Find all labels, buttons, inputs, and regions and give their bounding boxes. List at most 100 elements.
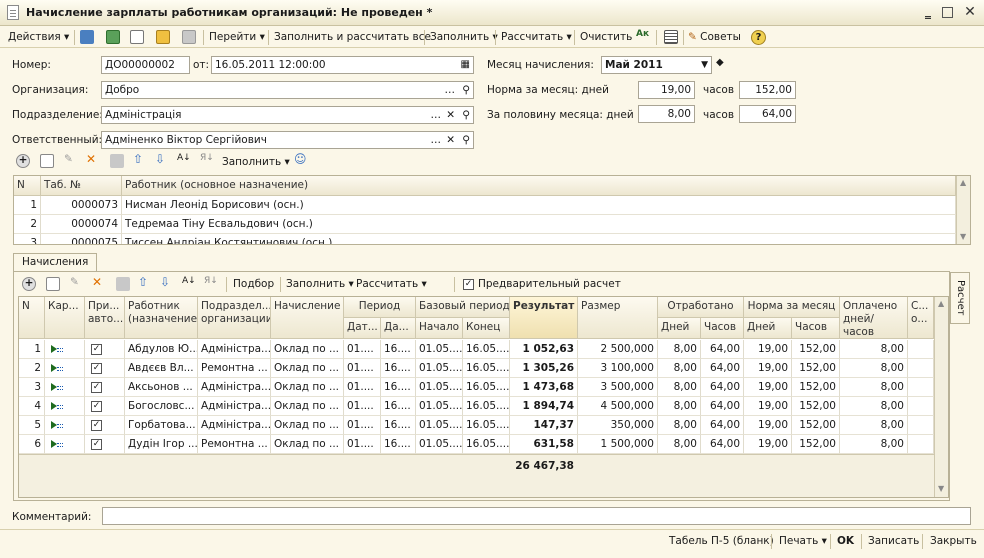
move-up-icon[interactable]: ⇧ bbox=[133, 152, 143, 166]
number-field[interactable]: ДО00000002 bbox=[101, 56, 190, 74]
delete-icon[interactable]: ✕ bbox=[86, 152, 96, 166]
edit-icon[interactable]: ✎ bbox=[70, 276, 79, 288]
auto-checkbox[interactable]: ✓ bbox=[91, 363, 102, 374]
month-field[interactable]: Май 2011 ▼ bbox=[601, 56, 712, 74]
department-field[interactable]: Адміністрація … ✕ ⚲ bbox=[101, 106, 474, 124]
col-accrual[interactable]: Начисление bbox=[271, 297, 344, 339]
copy-icon[interactable] bbox=[130, 30, 144, 44]
chevron-down-icon[interactable]: ▼ bbox=[701, 57, 708, 73]
move-down-icon[interactable]: ⇩ bbox=[155, 152, 165, 166]
cell-auto[interactable]: ✓ bbox=[85, 435, 125, 454]
half-month-days-field[interactable]: 8,00 bbox=[638, 105, 695, 123]
norm-month-hours-field[interactable]: 152,00 bbox=[739, 81, 796, 99]
date-field[interactable]: 16.05.2011 12:00:00 ▦ bbox=[211, 56, 474, 74]
sort-asc-icon[interactable]: A↓ bbox=[177, 153, 191, 163]
add-icon[interactable]: + bbox=[16, 154, 30, 168]
auto-checkbox[interactable]: ✓ bbox=[91, 344, 102, 355]
select-ellipsis-icon[interactable]: … bbox=[431, 107, 442, 123]
save-button[interactable]: Записать bbox=[868, 535, 919, 547]
search-icon[interactable]: ⚲ bbox=[462, 82, 470, 98]
clear-button[interactable]: Очистить bbox=[580, 29, 632, 45]
select-ellipsis-icon[interactable]: … bbox=[445, 82, 456, 98]
cell-auto[interactable]: ✓ bbox=[85, 340, 125, 359]
add-icon[interactable]: + bbox=[22, 277, 36, 291]
scroll-down-icon[interactable]: ▼ bbox=[938, 484, 944, 493]
close-window-button[interactable]: ✕ bbox=[962, 4, 978, 20]
sort-desc-icon[interactable]: Я↓ bbox=[204, 276, 218, 286]
minimize-button[interactable]: ‗ bbox=[920, 4, 936, 20]
save-icon[interactable] bbox=[156, 30, 170, 44]
cell-auto[interactable]: ✓ bbox=[85, 397, 125, 416]
col-auto[interactable]: При... авто... bbox=[85, 297, 125, 339]
col-header-n[interactable]: N bbox=[14, 176, 41, 196]
goto-menu[interactable]: Перейти ▾ bbox=[209, 29, 265, 45]
col-base-period[interactable]: Базовый период bbox=[416, 297, 510, 318]
norm-month-days-field[interactable]: 19,00 bbox=[638, 81, 695, 99]
col-header-tab[interactable]: Таб. № bbox=[41, 176, 122, 196]
col-period-from[interactable]: Дат... bbox=[344, 318, 381, 339]
auto-checkbox[interactable]: ✓ bbox=[91, 401, 102, 412]
post-and-close-icon[interactable] bbox=[80, 30, 94, 44]
auto-checkbox[interactable]: ✓ bbox=[91, 420, 102, 431]
col-base-end[interactable]: Конец bbox=[463, 318, 510, 339]
organization-field[interactable]: Добро … ⚲ bbox=[101, 81, 474, 99]
col-base-start[interactable]: Начало bbox=[416, 318, 463, 339]
workers-scrollbar[interactable]: ▲ ▼ bbox=[956, 176, 970, 244]
comment-field[interactable] bbox=[102, 507, 971, 525]
delete-icon[interactable]: ✕ bbox=[92, 275, 102, 289]
tips-button[interactable]: ✎ Советы bbox=[688, 29, 741, 45]
workers-fill-menu[interactable]: Заполнить ▾ bbox=[222, 154, 290, 170]
fill-menu[interactable]: Заполнить ▾ bbox=[430, 29, 498, 45]
half-month-hours-field[interactable]: 64,00 bbox=[739, 105, 796, 123]
maximize-button[interactable] bbox=[942, 7, 953, 18]
close-button[interactable]: Закрыть bbox=[930, 535, 977, 547]
scroll-up-icon[interactable]: ▲ bbox=[960, 178, 966, 187]
col-norm-hours[interactable]: Часов bbox=[792, 318, 840, 339]
col-worked[interactable]: Отработано bbox=[658, 297, 744, 318]
search-icon[interactable]: ⚲ bbox=[462, 107, 470, 123]
col-paid[interactable]: Оплачено дней/часов bbox=[840, 297, 908, 339]
col-period-to[interactable]: Да... bbox=[381, 318, 416, 339]
col-header-worker[interactable]: Работник (основное назначение) bbox=[122, 176, 956, 196]
sort-az-icon[interactable]: Ак bbox=[636, 29, 649, 39]
list-icon[interactable] bbox=[664, 30, 678, 44]
end-edit-icon[interactable] bbox=[116, 277, 130, 291]
timesheet-button[interactable]: Табель П-5 (бланк) bbox=[669, 535, 774, 547]
scroll-up-icon[interactable]: ▲ bbox=[938, 299, 944, 308]
calendar-icon[interactable]: ▦ bbox=[461, 57, 470, 73]
search-icon[interactable]: ⚲ bbox=[462, 132, 470, 148]
prelim-checkbox[interactable]: ✓ bbox=[463, 279, 474, 290]
help-icon[interactable]: ? bbox=[751, 30, 766, 45]
fill-calc-all-button[interactable]: Заполнить и рассчитать все bbox=[274, 29, 431, 45]
move-up-icon[interactable]: ⇧ bbox=[138, 275, 148, 289]
spin-icon[interactable]: ◆ bbox=[716, 57, 724, 68]
col-norm-days[interactable]: Дней bbox=[744, 318, 792, 339]
col-size[interactable]: Размер bbox=[578, 297, 658, 339]
col-result[interactable]: Результат bbox=[510, 297, 578, 339]
end-edit-icon[interactable] bbox=[110, 154, 124, 168]
col-extra[interactable]: С... о... bbox=[908, 297, 934, 339]
accruals-calc-menu[interactable]: Рассчитать ▾ bbox=[356, 276, 427, 292]
sort-asc-icon[interactable]: A↓ bbox=[182, 276, 196, 286]
ok-button[interactable]: OK bbox=[837, 535, 854, 547]
tab-accruals[interactable]: Начисления bbox=[13, 253, 98, 271]
post-icon[interactable] bbox=[106, 30, 120, 44]
edit-icon[interactable]: ✎ bbox=[64, 153, 73, 165]
cell-auto[interactable]: ✓ bbox=[85, 378, 125, 397]
col-worked-days[interactable]: Дней bbox=[658, 318, 701, 339]
calculate-menu[interactable]: Рассчитать ▾ bbox=[501, 29, 572, 45]
cell-auto[interactable]: ✓ bbox=[85, 359, 125, 378]
actions-menu[interactable]: Действия ▾ bbox=[8, 29, 69, 45]
col-dept[interactable]: Подраздел... организации bbox=[198, 297, 271, 339]
col-worked-hours[interactable]: Часов bbox=[701, 318, 744, 339]
select-ellipsis-icon[interactable]: … bbox=[431, 132, 442, 148]
copy-row-icon[interactable] bbox=[40, 154, 54, 168]
move-down-icon[interactable]: ⇩ bbox=[160, 275, 170, 289]
structure-icon[interactable] bbox=[182, 30, 196, 44]
scroll-down-icon[interactable]: ▼ bbox=[960, 232, 966, 241]
print-menu[interactable]: Печать ▾ bbox=[779, 535, 827, 547]
col-worker[interactable]: Работник (назначение) bbox=[125, 297, 198, 339]
col-norm[interactable]: Норма за месяц bbox=[744, 297, 840, 318]
sort-desc-icon[interactable]: Я↓ bbox=[200, 153, 214, 163]
cell-auto[interactable]: ✓ bbox=[85, 416, 125, 435]
